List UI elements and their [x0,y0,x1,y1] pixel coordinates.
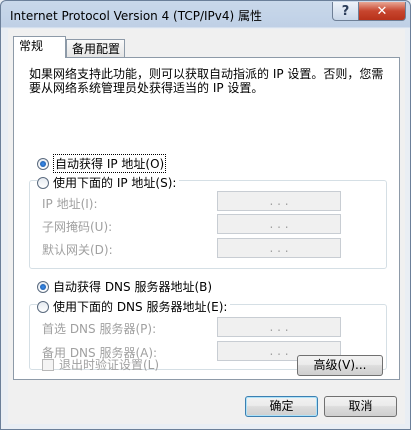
auto-ip-radio[interactable]: 自动获得 IP 地址(O) [37,154,167,173]
subnet-mask-field[interactable]: . . . [217,214,341,234]
close-icon: ✕ [376,3,388,19]
help-icon: ? [341,3,350,19]
manual-ip-label: 使用下面的 IP 地址(S): [53,176,177,190]
help-button[interactable]: ? [332,2,359,21]
manual-dns-radio[interactable]: 使用下面的 DNS 服务器地址(E): [37,298,231,315]
auto-ip-label: 自动获得 IP 地址(O) [53,154,167,173]
subnet-mask-label: 子网掩码(U): [42,220,113,234]
radio-selected-icon [37,157,49,170]
preferred-dns-label: 首选 DNS 服务器(P): [42,322,157,336]
dialog-client-area: 常规 备用配置 如果网络支持此功能，则可以获取自动指派的 IP 设置。否则，您需… [8,29,405,424]
general-tab-panel: 如果网络支持此功能，则可以获取自动指派的 IP 设置。否则，您需要从网络系统管理… [13,57,400,380]
radio-unselected-icon [37,300,49,313]
ip-address-label: IP 地址(I): [42,197,98,211]
radio-selected-icon [37,280,49,293]
validate-settings-label: 退出时验证设置(L) [59,358,160,372]
tab-general-label: 常规 [19,39,44,53]
title-bar[interactable]: Internet Protocol Version 4 (TCP/IPv4) 属… [1,1,410,29]
ip-address-field[interactable]: . . . [217,191,341,211]
tab-alternate-label: 备用配置 [72,42,121,56]
default-gateway-field[interactable]: . . . [217,238,341,258]
checkbox-icon [42,358,54,371]
manual-ip-radio[interactable]: 使用下面的 IP 地址(S): [37,174,180,191]
window-title: Internet Protocol Version 4 (TCP/IPv4) 属… [10,9,263,23]
manual-dns-label: 使用下面的 DNS 服务器地址(E): [53,300,228,314]
close-button[interactable]: ✕ [358,2,406,21]
dialog-window: Internet Protocol Version 4 (TCP/IPv4) 属… [0,0,411,430]
advanced-button[interactable]: 高级(V)... [297,355,383,376]
validate-settings-checkbox[interactable]: 退出时验证设置(L) [42,356,159,373]
ok-button[interactable]: 确定 [245,396,318,417]
radio-unselected-icon [37,176,49,189]
tab-alternate-configuration[interactable]: 备用配置 [66,39,125,58]
auto-dns-radio[interactable]: 自动获得 DNS 服务器地址(B) [37,278,212,295]
description-text: 如果网络支持此功能，则可以获取自动指派的 IP 设置。否则，您需要从网络系统管理… [29,67,384,95]
default-gateway-label: 默认网关(D): [42,243,113,257]
tab-general[interactable]: 常规 [13,36,66,58]
cancel-button[interactable]: 取消 [324,396,397,417]
preferred-dns-field[interactable]: . . . [217,317,341,337]
auto-dns-label: 自动获得 DNS 服务器地址(B) [53,280,213,294]
